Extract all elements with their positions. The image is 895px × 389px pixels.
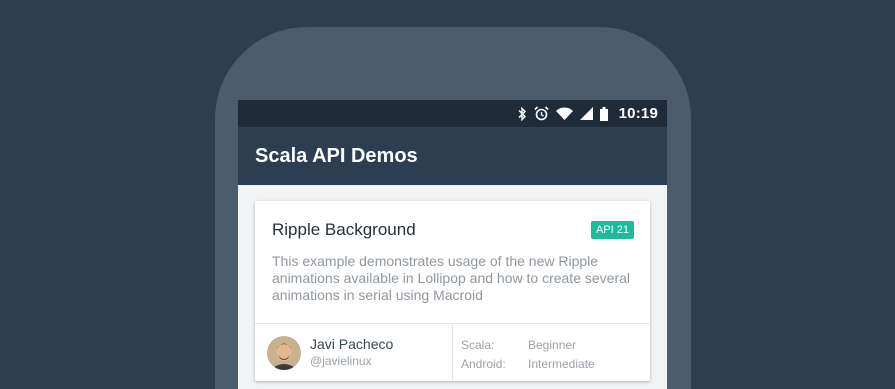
author-info: Javi Pacheco @javielinux xyxy=(310,335,393,370)
level-row-scala: Scala: Beginner xyxy=(461,336,595,355)
content-area: Ripple Background API 21 This example de… xyxy=(238,185,667,381)
status-clock: 10:19 xyxy=(618,105,658,122)
status-bar: 10:19 xyxy=(238,100,667,127)
phone-screen: 10:19 Scala API Demos Ripple Background … xyxy=(238,100,667,389)
app-bar: Scala API Demos xyxy=(238,127,667,185)
bluetooth-icon xyxy=(517,106,527,121)
api-level-badge: API 21 xyxy=(590,221,634,239)
wifi-icon xyxy=(555,107,573,120)
level-value: Intermediate xyxy=(528,357,595,371)
level-label: Scala: xyxy=(461,338,495,352)
avatar xyxy=(267,335,301,370)
signal-icon xyxy=(579,107,593,120)
author-handle: @javielinux xyxy=(310,354,372,368)
level-section: Scala: Beginner Android: Intermediate xyxy=(453,324,595,381)
card-footer: Javi Pacheco @javielinux Scala: Beginner… xyxy=(255,323,650,381)
alarm-icon xyxy=(534,106,549,121)
level-value: Beginner xyxy=(528,338,577,352)
app-title: Scala API Demos xyxy=(255,144,418,167)
author-name: Javi Pacheco xyxy=(310,336,394,352)
card-title: Ripple Background xyxy=(272,220,416,239)
author-section: Javi Pacheco @javielinux xyxy=(255,324,453,381)
level-row-android: Android: Intermediate xyxy=(461,355,595,374)
card-description: This example demonstrates usage of the n… xyxy=(272,253,630,303)
battery-icon xyxy=(599,106,608,121)
card-header: Ripple Background API 21 xyxy=(255,201,650,240)
level-label: Android: xyxy=(461,357,506,371)
demo-card[interactable]: Ripple Background API 21 This example de… xyxy=(255,201,650,381)
